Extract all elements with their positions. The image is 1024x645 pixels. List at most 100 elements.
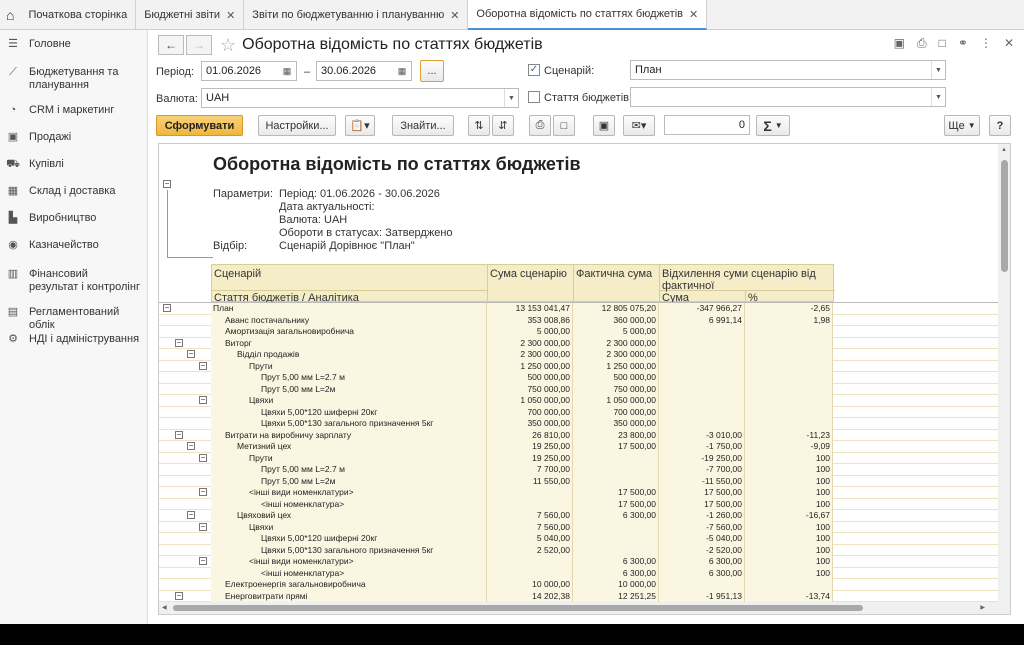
collapse-toggle[interactable]: − bbox=[199, 361, 207, 370]
collapse-toggle[interactable]: − bbox=[187, 442, 195, 450]
collapse-toggle[interactable]: − bbox=[175, 430, 183, 439]
table-row[interactable]: − <інші види номенклатури> 6 300,00 6 300,0… bbox=[159, 556, 999, 568]
sidebar-item-3[interactable]: ▣ Продажі bbox=[0, 127, 146, 149]
cell-pct: -11,23 bbox=[745, 429, 833, 441]
sidebar-item-2[interactable]: ◔ CRM і маркетинг bbox=[0, 100, 146, 122]
scenario-select[interactable]: План ▼ bbox=[630, 60, 946, 80]
star-icon[interactable]: ☆ bbox=[220, 35, 236, 56]
print-button[interactable]: ⎙ bbox=[529, 115, 551, 136]
vertical-scrollbar[interactable]: ▲ bbox=[998, 144, 1010, 614]
collapse-groups-button[interactable]: ⇅ bbox=[468, 115, 490, 136]
horizontal-scrollbar[interactable]: ◀ ▶ bbox=[159, 602, 999, 614]
close-icon[interactable]: ✕ bbox=[450, 9, 459, 22]
sidebar-item-4[interactable]: ⛟ Купівлі bbox=[0, 154, 146, 176]
collapse-toggle[interactable]: − bbox=[199, 488, 207, 496]
table-row[interactable]: − Прути 19 250,00 -19 250,00 100 bbox=[159, 452, 999, 464]
report-spreadsheet[interactable]: − Оборотна відомість по статтях бюджетів… bbox=[158, 143, 1011, 615]
table-row[interactable]: − Витрати на виробничу зарплату 26 810,00 2… bbox=[159, 429, 999, 441]
table-row[interactable]: Цвяхи 5,00*120 шиферні 20кг 5 040,00 -5 04… bbox=[159, 533, 999, 545]
collapse-toggle[interactable]: − bbox=[199, 557, 207, 565]
sidebar-item-5[interactable]: ▦ Склад і доставка bbox=[0, 181, 146, 203]
collapse-toggle[interactable]: − bbox=[199, 396, 207, 404]
print-preview-button[interactable]: □ bbox=[553, 115, 575, 136]
chevron-down-icon[interactable]: ▼ bbox=[931, 88, 945, 106]
table-row[interactable]: − План 13 153 041,47 12 805 075,20 -347 966,… bbox=[159, 303, 999, 315]
collapse-toggle[interactable]: − bbox=[163, 180, 171, 188]
generate-button[interactable]: Сформувати bbox=[156, 115, 243, 136]
table-row[interactable]: − Прути 1 250 000,00 1 250 000,00 bbox=[159, 360, 999, 372]
table-row[interactable]: − Виторг 2 300 000,00 2 300 000,00 bbox=[159, 337, 999, 349]
close-icon[interactable]: ✕ bbox=[689, 8, 698, 21]
calendar-icon[interactable]: ▦ bbox=[279, 62, 295, 80]
vertical-scroll-thumb[interactable] bbox=[1001, 160, 1008, 272]
expand-groups-button[interactable]: ⇵ bbox=[492, 115, 514, 136]
article-checkbox[interactable] bbox=[528, 91, 540, 103]
preview-icon[interactable]: □ bbox=[939, 36, 946, 51]
currency-select[interactable]: UAH ▼ bbox=[201, 88, 519, 108]
article-select[interactable]: ▼ bbox=[630, 87, 946, 107]
more-vertical-icon[interactable]: ⋮ bbox=[980, 36, 992, 51]
link-icon[interactable]: ⚭ bbox=[958, 36, 968, 51]
table-row[interactable]: Амортизація загальновиробнича 5 000,00 5 0… bbox=[159, 326, 999, 338]
home-icon[interactable]: ⌂ bbox=[0, 0, 20, 30]
sum-mode-button[interactable]: Σ ▼ bbox=[756, 115, 790, 136]
horizontal-scroll-thumb[interactable] bbox=[173, 605, 863, 611]
sidebar-item-0[interactable]: ☰ Головне bbox=[0, 34, 146, 56]
scenario-checkbox[interactable]: ✓ bbox=[528, 64, 540, 76]
table-row[interactable]: − <інші види номенклатури> 17 500,00 17 500… bbox=[159, 487, 999, 499]
table-row[interactable]: − Відділ продажів 2 300 000,00 2 300 000,00 bbox=[159, 349, 999, 361]
variants-button[interactable]: 📋▾ bbox=[345, 115, 375, 136]
close-icon[interactable]: ✕ bbox=[1004, 36, 1014, 51]
table-row[interactable]: <інші номенклатура> 17 500,00 17 500,00 100 bbox=[159, 498, 999, 510]
sidebar-item-8[interactable]: ▥ Фінансовий результат і контролінг bbox=[0, 264, 146, 298]
collapse-toggle[interactable]: − bbox=[163, 304, 171, 312]
help-button[interactable]: ? bbox=[989, 115, 1011, 136]
cell-fact bbox=[573, 475, 659, 487]
close-icon[interactable]: ✕ bbox=[226, 9, 235, 22]
back-button[interactable]: ← bbox=[158, 35, 184, 55]
date-from-input[interactable]: 01.06.2026 ▦ bbox=[201, 61, 297, 81]
find-button[interactable]: Знайти... bbox=[392, 115, 454, 136]
tab-2[interactable]: Звіти по бюджетуванню і плануванню ✕ bbox=[244, 0, 469, 30]
tab-1[interactable]: Бюджетні звіти ✕ bbox=[136, 0, 245, 30]
collapse-toggle[interactable]: − bbox=[199, 522, 207, 531]
forward-button[interactable]: → bbox=[186, 35, 212, 55]
table-row[interactable]: Прут 5,00 мм L=2м 11 550,00 -11 550,00 100 bbox=[159, 475, 999, 487]
save-button[interactable]: ▣ bbox=[593, 115, 615, 136]
more-button[interactable]: Ще ▼ bbox=[944, 115, 980, 136]
print-icon[interactable]: ⎙ bbox=[917, 36, 927, 51]
tab-3[interactable]: Оборотна відомість по статтях бюджетів ✕ bbox=[468, 0, 708, 30]
settings-button[interactable]: Настройки... bbox=[258, 115, 336, 136]
collapse-toggle[interactable]: − bbox=[187, 511, 195, 519]
send-email-button[interactable]: ✉▾ bbox=[623, 115, 655, 136]
calendar-icon[interactable]: ▦ bbox=[394, 62, 410, 80]
table-row[interactable]: Аванс постачальнику 353 008,86 360 000,00 6… bbox=[159, 314, 999, 326]
save-icon[interactable]: ▣ bbox=[894, 36, 905, 51]
tab-0[interactable]: Початкова сторінка bbox=[20, 0, 137, 30]
date-to-input[interactable]: 30.06.2026 ▦ bbox=[316, 61, 412, 81]
table-row[interactable]: − Цвяхи 1 050 000,00 1 050 000,00 bbox=[159, 395, 999, 407]
table-row[interactable]: Прут 5,00 мм L=2м 750 000,00 750 000,00 bbox=[159, 383, 999, 395]
chevron-down-icon[interactable]: ▼ bbox=[504, 89, 518, 107]
collapse-toggle[interactable]: − bbox=[175, 591, 183, 600]
sidebar-item-6[interactable]: ▙ Виробництво bbox=[0, 208, 146, 230]
table-row[interactable]: − Енерговитрати прямі 14 202,38 12 251,25 -1… bbox=[159, 590, 999, 602]
sidebar-item-10[interactable]: ⚙ НДІ і адміністрування bbox=[0, 329, 146, 351]
sidebar-item-1[interactable]: ⟋ Бюджетування та планування bbox=[0, 62, 146, 96]
period-select-button[interactable]: ... bbox=[420, 60, 444, 82]
table-row[interactable]: Цвяхи 5,00*120 шиферні 20кг 700 000,00 700… bbox=[159, 406, 999, 418]
collapse-toggle[interactable]: − bbox=[199, 453, 207, 462]
table-row[interactable]: Прут 5,00 мм L=2.7 м7 700,00 -7 700,00 100 bbox=[159, 464, 999, 476]
table-row[interactable]: − Метизний цех 19 250,00 17 500,00 -1 750,00… bbox=[159, 441, 999, 453]
table-row[interactable]: Прут 5,00 мм L=2.7 м 500 000,00 500 000,00 bbox=[159, 372, 999, 384]
table-row[interactable]: − Цвяховий цех 7 560,00 6 300,00 -1 260,00 -1… bbox=[159, 510, 999, 522]
chevron-down-icon[interactable]: ▼ bbox=[931, 61, 945, 79]
table-row[interactable]: − Цвяхи 7 560,00 -7 560,00 100 bbox=[159, 521, 999, 533]
collapse-toggle[interactable]: − bbox=[187, 350, 195, 358]
sidebar-item-7[interactable]: ◉ Казначейство bbox=[0, 235, 146, 257]
table-row[interactable]: <інші номенклатура> 6 300,00 6 300,00 100 bbox=[159, 567, 999, 579]
table-row[interactable]: Електроенергія загальновиробнича 10 000,0… bbox=[159, 579, 999, 591]
table-row[interactable]: Цвяхи 5,00*130 загального призначення 5к… bbox=[159, 418, 999, 430]
table-row[interactable]: Цвяхи 5,00*130 загального призначення 5к… bbox=[159, 544, 999, 556]
collapse-toggle[interactable]: − bbox=[175, 338, 183, 347]
